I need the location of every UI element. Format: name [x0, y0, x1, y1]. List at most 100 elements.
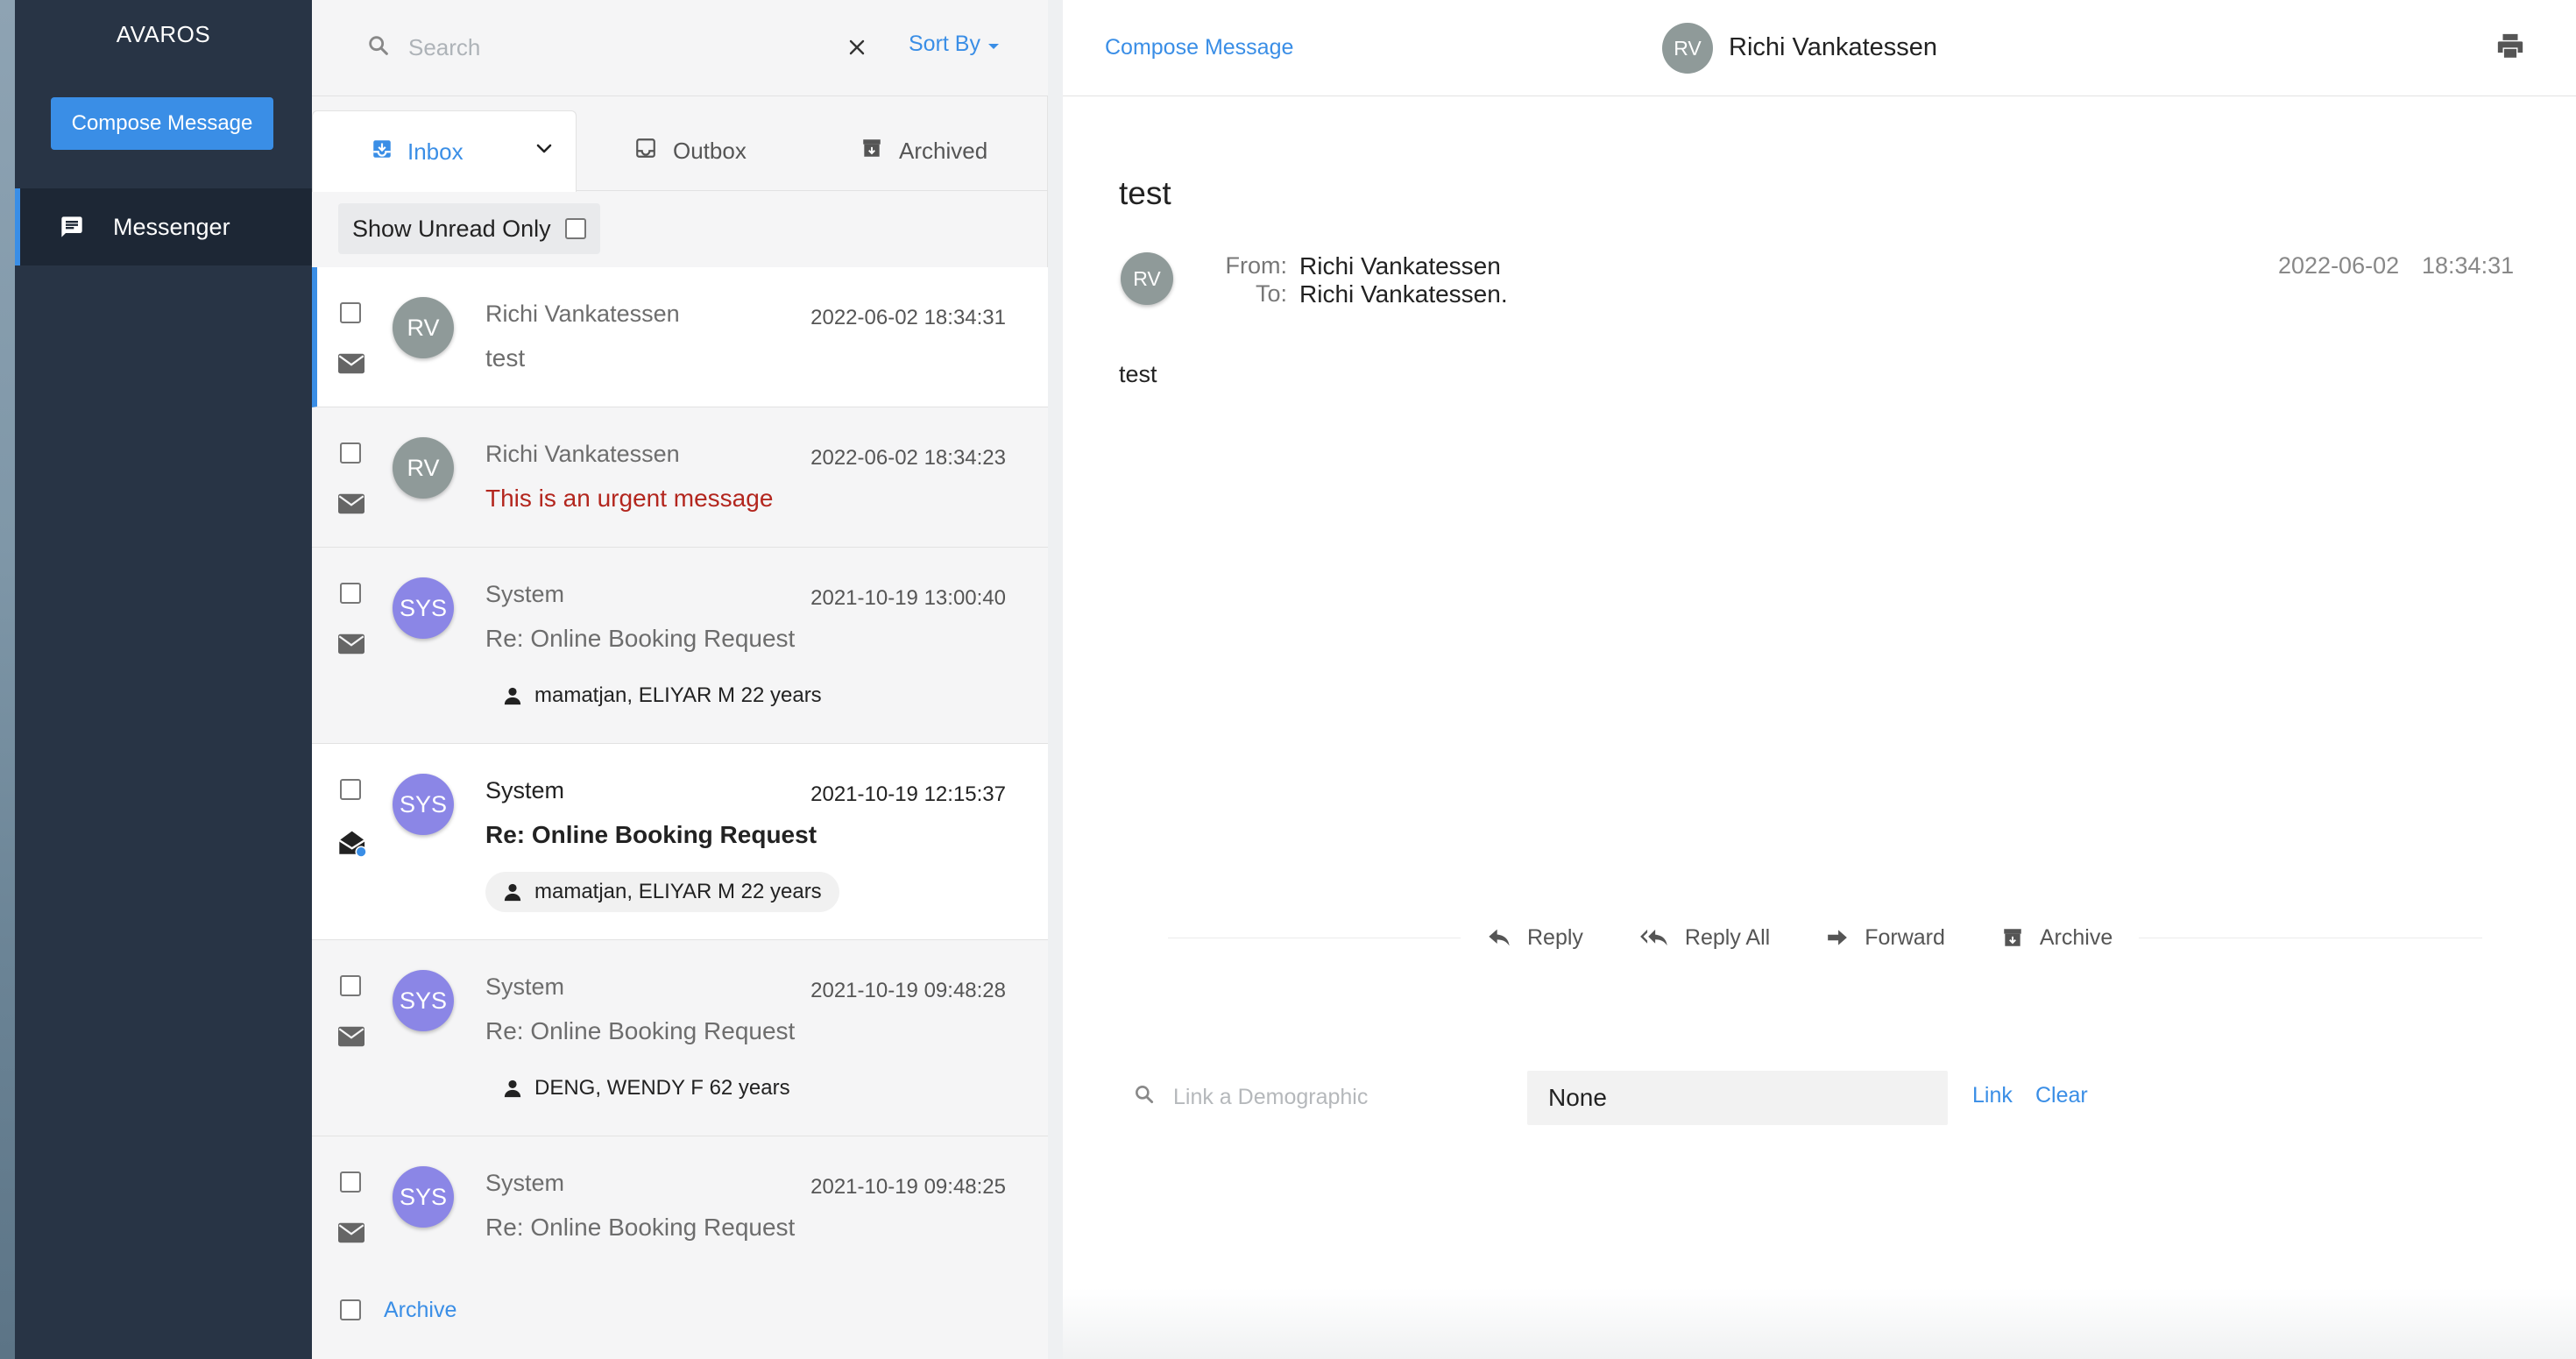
archive-button[interactable]: Archive — [2001, 925, 2112, 951]
reply-all-icon — [1639, 927, 1669, 948]
message-date: 2021-10-19 13:00:40 — [810, 586, 1006, 610]
message-subject: Re: Online Booking Request — [485, 1017, 796, 1044]
tab-label: Archived — [899, 137, 988, 164]
caret-down-icon — [987, 32, 1000, 57]
message-reader: Compose Message RV Richi Vankatessen tes… — [1063, 0, 2576, 1359]
forward-button[interactable]: Forward — [1826, 925, 1945, 951]
show-unread-only-checkbox[interactable] — [564, 218, 586, 239]
linked-demographic[interactable]: mamatjan, ELIYAR M 22 years — [485, 676, 839, 716]
message-sender: System — [485, 581, 565, 607]
demographic-name: DENG, WENDY F 62 years — [534, 1076, 790, 1100]
chat-icon — [59, 214, 85, 240]
search-bar: Sort By — [312, 0, 1048, 96]
search-input[interactable] — [408, 26, 794, 68]
message-date: 2021-10-19 09:48:28 — [810, 979, 1006, 1002]
forward-icon — [1826, 928, 1849, 947]
message-subject: test — [485, 344, 526, 372]
sidebar-item-messenger[interactable]: Messenger — [15, 188, 312, 265]
clear-demographic-button[interactable]: Clear — [2035, 1083, 2088, 1108]
linked-demographic[interactable]: DENG, WENDY F 62 years — [485, 1068, 808, 1108]
message-checkbox[interactable] — [340, 779, 361, 800]
list-item[interactable]: SYS System 2021-10-19 13:00:40 Re: Onlin… — [312, 548, 1048, 744]
person-icon — [503, 686, 522, 705]
linked-demographic[interactable]: mamatjan, ELIYAR M 22 years — [485, 872, 839, 912]
archive-icon — [2001, 926, 2024, 949]
person-icon — [503, 882, 522, 902]
list-footer: Archive — [312, 1263, 1048, 1359]
envelope-icon — [338, 493, 364, 519]
archive-selected-link[interactable]: Archive — [384, 1298, 456, 1323]
forward-label: Forward — [1865, 924, 1945, 950]
archive-icon — [860, 137, 883, 166]
link-demographic-button[interactable]: Link — [1972, 1083, 2013, 1108]
search-icon — [1133, 1083, 1156, 1110]
compose-message-link[interactable]: Compose Message — [1105, 35, 1293, 60]
list-item[interactable]: RV Richi Vankatessen 2022-06-02 18:34:23… — [312, 407, 1048, 548]
select-all-checkbox[interactable] — [340, 1299, 361, 1320]
message-list: RV Richi Vankatessen 2022-06-02 18:34:31… — [312, 267, 1048, 1277]
message-actions: Reply Reply All Forward Archive — [1461, 917, 2140, 959]
list-item[interactable]: SYS System 2021-10-19 09:48:28 Re: Onlin… — [312, 940, 1048, 1136]
message-checkbox[interactable] — [340, 1171, 361, 1193]
outbox-icon — [634, 137, 657, 166]
message-list-panel: Sort By Inbox Outbox Archived — [312, 0, 1048, 1359]
list-item[interactable]: SYS System 2021-10-19 09:48:25 Re: Onlin… — [312, 1136, 1048, 1277]
panel-divider — [1048, 0, 1063, 1359]
reader-header: Compose Message RV Richi Vankatessen — [1063, 0, 2576, 96]
avatar: SYS — [393, 970, 454, 1031]
reply-button[interactable]: Reply — [1487, 925, 1583, 951]
person-icon — [503, 1079, 522, 1098]
reply-icon — [1487, 927, 1511, 948]
tab-archived[interactable]: Archived — [860, 110, 1044, 191]
tab-label: Inbox — [407, 138, 464, 165]
message-sender: Richi Vankatessen — [485, 301, 680, 327]
mailbox-tabs: Inbox Outbox Archived — [312, 96, 1048, 192]
avatar: RV — [393, 297, 454, 358]
list-item[interactable]: SYS System 2021-10-19 12:15:37 Re: Onlin… — [312, 744, 1048, 940]
to-label: To: — [1255, 280, 1287, 307]
sort-by-dropdown[interactable]: Sort By — [909, 32, 1000, 57]
archive-label: Archive — [2039, 924, 2113, 950]
message-subject: Re: Online Booking Request — [485, 625, 796, 652]
message-time: 18:34:31 — [2422, 252, 2515, 279]
reply-label: Reply — [1527, 924, 1583, 950]
tab-outbox[interactable]: Outbox — [634, 110, 810, 191]
sort-by-label: Sort By — [909, 32, 980, 56]
envelope-icon — [338, 1222, 364, 1248]
from-label: From: — [1225, 252, 1288, 279]
message-checkbox[interactable] — [340, 583, 361, 604]
close-icon[interactable] — [841, 32, 873, 63]
message-date: 2022-06-02 18:34:31 — [810, 306, 1006, 329]
avatar: SYS — [393, 774, 454, 835]
message-date: 2021-10-19 12:15:37 — [810, 782, 1006, 806]
reply-all-label: Reply All — [1684, 924, 1771, 950]
message-date: 2022-06-02 18:34:23 — [810, 446, 1006, 470]
message-checkbox[interactable] — [340, 302, 361, 323]
demographic-select[interactable]: None — [1527, 1071, 1948, 1125]
list-item[interactable]: RV Richi Vankatessen 2022-06-02 18:34:31… — [312, 267, 1048, 407]
from-value: Richi Vankatessen — [1299, 252, 1501, 280]
inbox-icon — [371, 138, 393, 166]
show-unread-only-filter[interactable]: Show Unread Only — [338, 203, 600, 254]
envelope-icon — [338, 353, 364, 379]
message-checkbox[interactable] — [340, 442, 361, 464]
print-icon[interactable] — [2495, 32, 2525, 66]
reply-all-button[interactable]: Reply All — [1639, 925, 1770, 951]
app-title: AVAROS — [116, 21, 211, 47]
message-checkbox[interactable] — [340, 975, 361, 996]
chevron-down-icon[interactable] — [534, 138, 555, 165]
envelope-icon — [338, 633, 364, 659]
message-subject: Re: Online Booking Request — [485, 1214, 796, 1241]
compose-message-button[interactable]: Compose Message — [51, 97, 273, 150]
message-sender: System — [485, 777, 565, 803]
message-sender: System — [485, 973, 565, 1000]
conversation-contact-name: Richi Vankatessen — [1729, 33, 1938, 61]
avatar: RV — [393, 437, 454, 499]
link-demographic-input[interactable] — [1173, 1078, 1489, 1116]
sidebar: AVAROS Compose Message Messenger — [15, 0, 312, 1359]
avatar: SYS — [393, 577, 454, 639]
message-date: 2021-10-19 09:48:25 — [810, 1175, 1006, 1199]
avatar: SYS — [393, 1166, 454, 1228]
demographic-name: mamatjan, ELIYAR M 22 years — [534, 683, 822, 707]
tab-inbox[interactable]: Inbox — [312, 110, 577, 192]
